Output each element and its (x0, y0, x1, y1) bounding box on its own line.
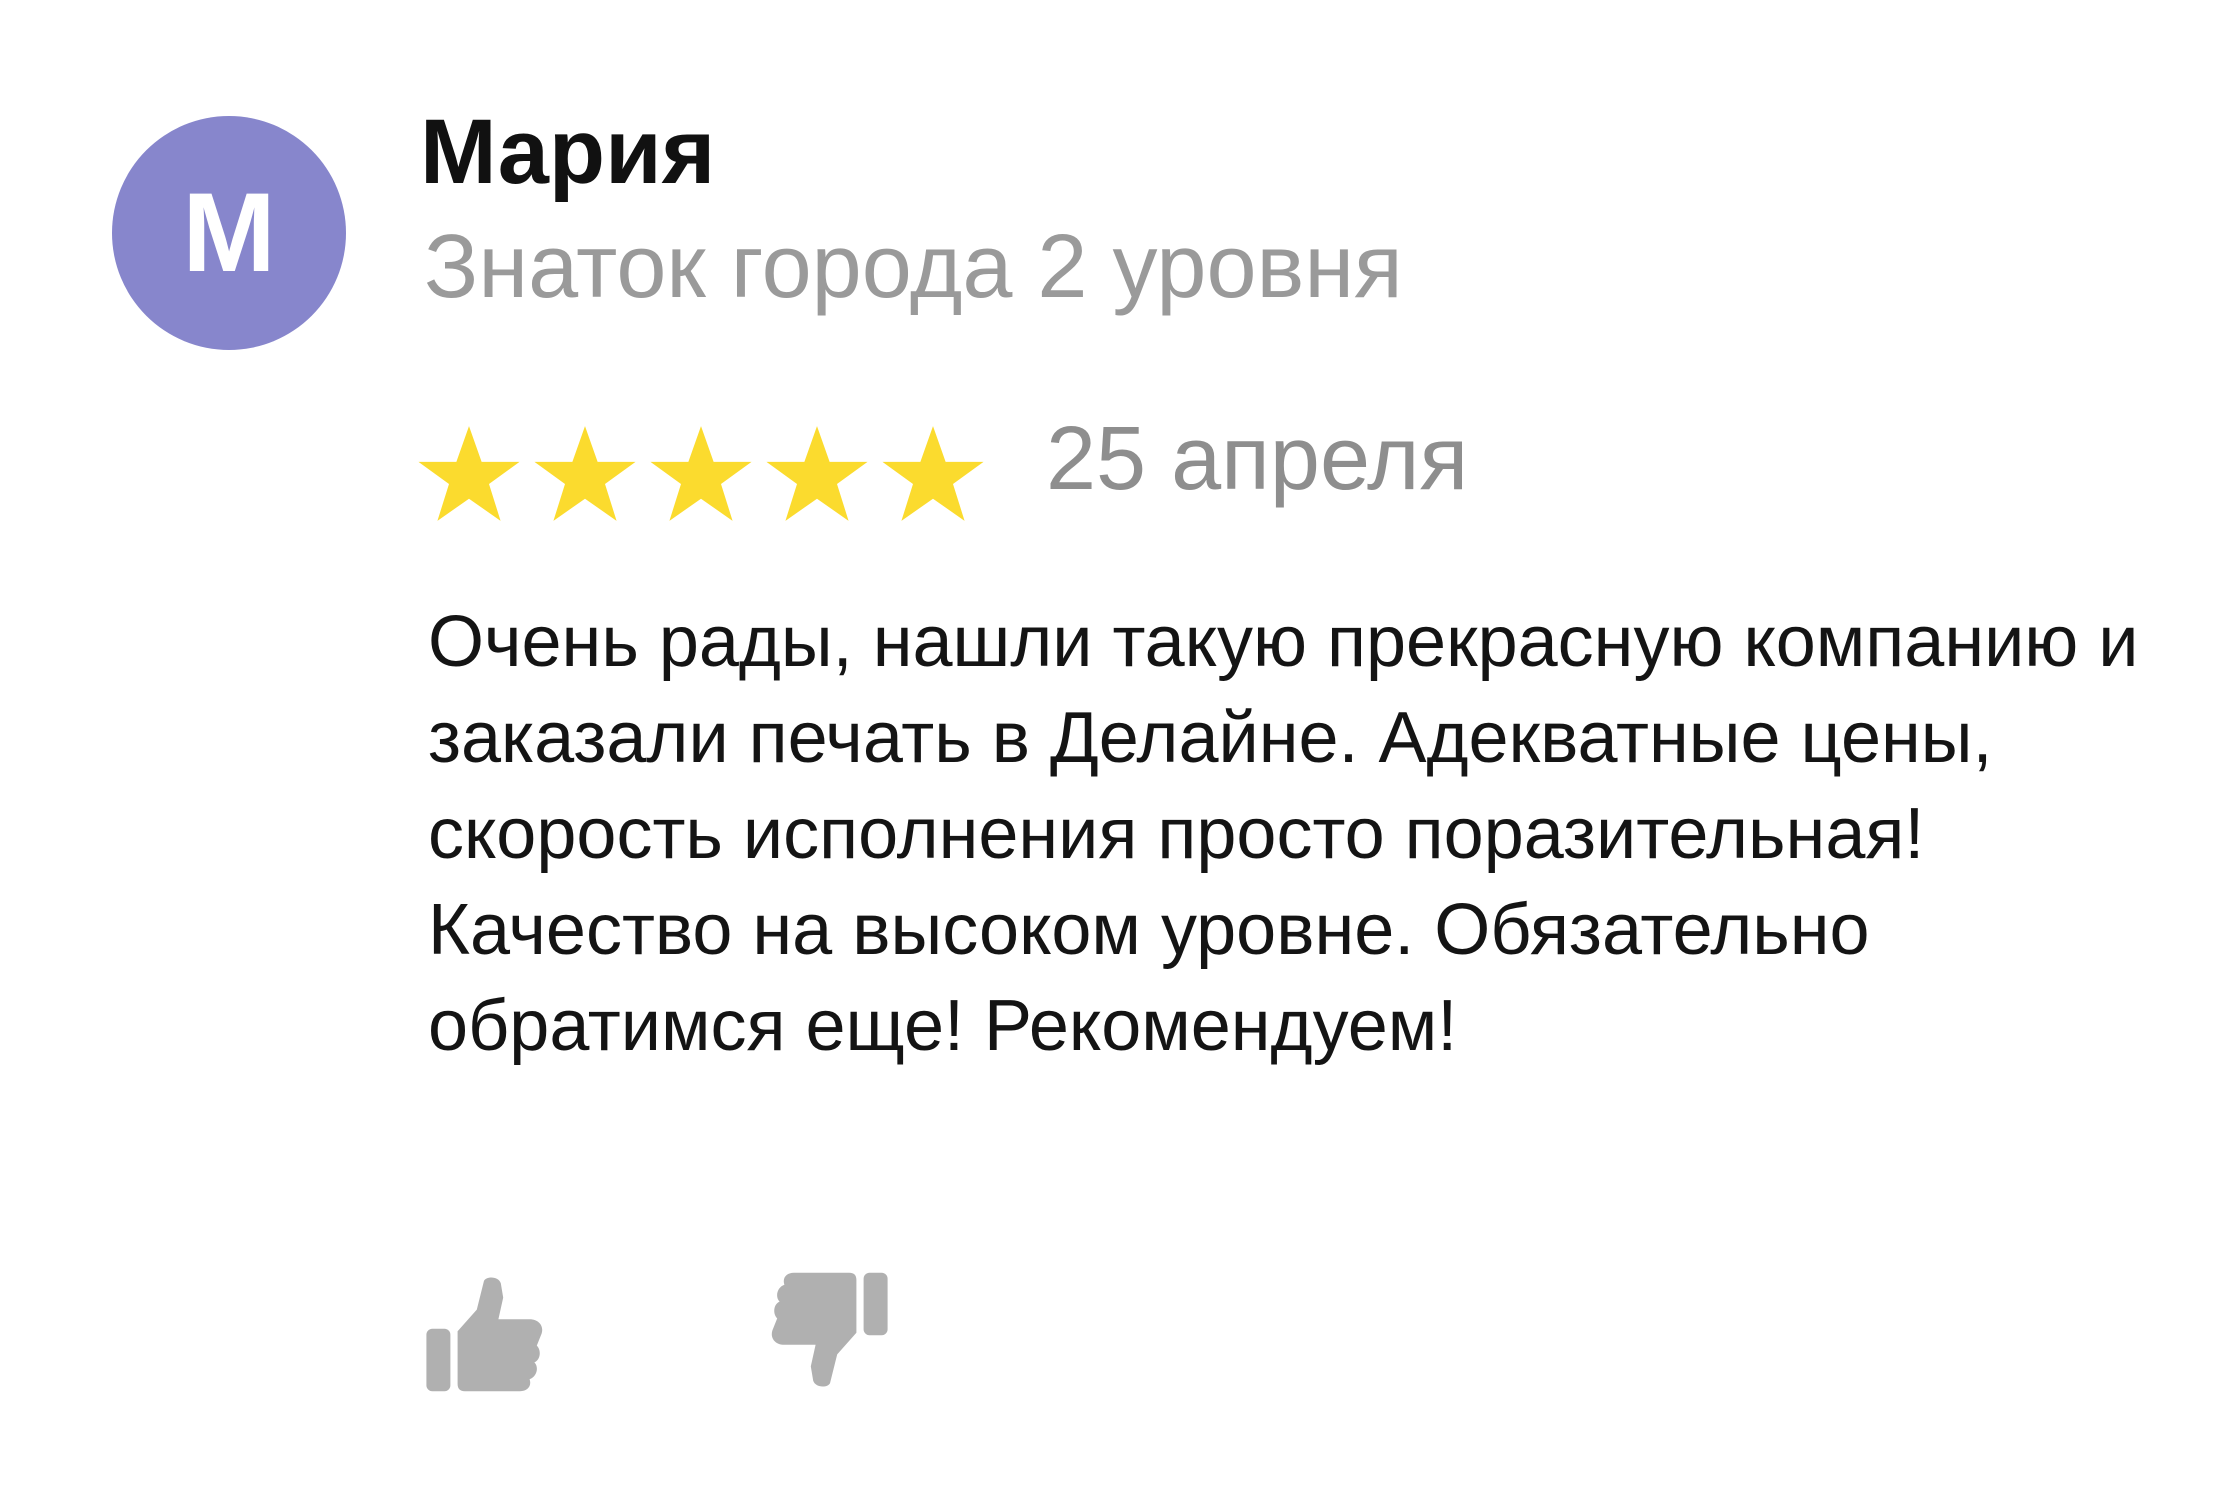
star-icon (418, 426, 520, 521)
review-text: Очень рады, нашли такую прекрасную компа… (428, 602, 2139, 1066)
star-icon (766, 426, 868, 521)
star-icon (882, 426, 984, 521)
review-date: 25 апреля (1046, 409, 1469, 509)
author-level: Знаток города 2 уровня (424, 217, 1403, 317)
star-icon (534, 426, 636, 521)
dislike-button[interactable] (770, 1268, 890, 1388)
review-card: М Мария Знаток города 2 уровня 25 апреля… (0, 0, 2236, 1500)
like-button[interactable] (424, 1276, 544, 1396)
thumbs-down-icon (771, 1272, 888, 1387)
star-rating (416, 424, 986, 524)
star-icon (650, 426, 752, 521)
author-name: Мария (420, 101, 716, 203)
thumbs-up-icon (426, 1277, 543, 1392)
avatar-initial: М (182, 170, 276, 295)
avatar: М (112, 116, 346, 350)
